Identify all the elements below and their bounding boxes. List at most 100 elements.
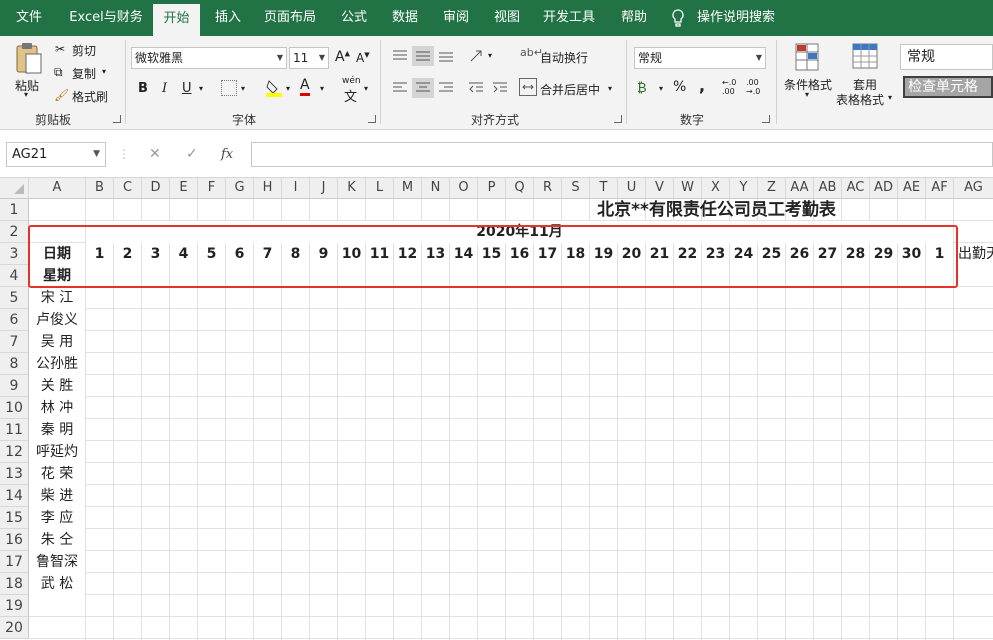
- tab-developer[interactable]: 开发工具: [536, 0, 602, 36]
- comma-button[interactable]: ,: [699, 76, 705, 95]
- column-header-W[interactable]: W: [674, 178, 702, 199]
- column-header-J[interactable]: J: [310, 178, 338, 199]
- column-header-L[interactable]: L: [366, 178, 394, 199]
- tab-data[interactable]: 数据: [383, 0, 427, 36]
- column-header-AE[interactable]: AE: [898, 178, 926, 199]
- accounting-format-icon[interactable]: ₿: [637, 80, 647, 96]
- copy-icon[interactable]: ⧉: [54, 65, 63, 80]
- align-bottom-icon[interactable]: [435, 46, 457, 66]
- font-launcher-icon[interactable]: [368, 115, 376, 123]
- column-header-V[interactable]: V: [646, 178, 674, 199]
- column-header-AG[interactable]: AG: [954, 178, 993, 199]
- column-header-P[interactable]: P: [478, 178, 506, 199]
- align-right-icon[interactable]: [435, 78, 457, 98]
- column-header-S[interactable]: S: [562, 178, 590, 199]
- column-header-O[interactable]: O: [450, 178, 478, 199]
- cut-icon[interactable]: ✂: [55, 42, 65, 56]
- tab-file[interactable]: 文件: [4, 0, 54, 36]
- row-header-13[interactable]: 13: [0, 463, 29, 485]
- column-header-B[interactable]: B: [86, 178, 114, 199]
- italic-button[interactable]: I: [162, 81, 167, 96]
- cut-button[interactable]: 剪切: [72, 42, 96, 59]
- column-header-N[interactable]: N: [422, 178, 450, 199]
- column-header-E[interactable]: E: [170, 178, 198, 199]
- tab-formulas[interactable]: 公式: [332, 0, 376, 36]
- number-format-select[interactable]: 常规 ▼: [634, 47, 766, 69]
- employee-name[interactable]: 呼延灼: [29, 441, 85, 463]
- column-header-D[interactable]: D: [142, 178, 170, 199]
- row-header-11[interactable]: 11: [0, 419, 29, 441]
- column-header-A[interactable]: A: [29, 178, 86, 199]
- cancel-icon[interactable]: ✕: [149, 142, 161, 167]
- tab-home[interactable]: 开始: [153, 4, 200, 36]
- grow-font-button[interactable]: A▲: [335, 49, 350, 65]
- employee-name[interactable]: 武 松: [29, 573, 85, 595]
- decrease-indent-icon[interactable]: [466, 78, 486, 98]
- row-header-14[interactable]: 14: [0, 485, 29, 507]
- column-header-K[interactable]: K: [338, 178, 366, 199]
- paste-icon[interactable]: [14, 42, 44, 76]
- row-header-1[interactable]: 1: [0, 199, 29, 221]
- font-color-dropdown-icon[interactable]: ▾: [320, 84, 324, 93]
- column-header-C[interactable]: C: [114, 178, 142, 199]
- attendance-label[interactable]: 出勤天: [954, 243, 993, 265]
- font-size-select[interactable]: 11 ▼: [289, 47, 329, 69]
- underline-button[interactable]: U: [182, 81, 192, 96]
- select-all-corner[interactable]: [0, 178, 29, 199]
- column-header-T[interactable]: T: [590, 178, 618, 199]
- row-header-9[interactable]: 9: [0, 375, 29, 397]
- conditional-dropdown-icon[interactable]: ▾: [805, 90, 809, 99]
- row-header-20[interactable]: 20: [0, 617, 29, 639]
- format-painter-icon[interactable]: 🖌: [54, 88, 69, 102]
- row-header-6[interactable]: 6: [0, 309, 29, 331]
- tab-view[interactable]: 视图: [485, 0, 529, 36]
- row-header-15[interactable]: 15: [0, 507, 29, 529]
- shrink-font-button[interactable]: A▼: [356, 51, 370, 65]
- row-header-7[interactable]: 7: [0, 331, 29, 353]
- row-header-17[interactable]: 17: [0, 551, 29, 573]
- column-header-F[interactable]: F: [198, 178, 226, 199]
- fill-color-icon[interactable]: [265, 78, 283, 98]
- copy-button[interactable]: 复制: [72, 65, 96, 82]
- align-center-icon[interactable]: [412, 78, 434, 98]
- format-as-table-dropdown-icon[interactable]: ▾: [888, 93, 892, 102]
- row-header-2[interactable]: 2: [0, 221, 29, 243]
- tab-review[interactable]: 审阅: [434, 0, 478, 36]
- employee-name[interactable]: 林 冲: [29, 397, 85, 419]
- merge-center-icon[interactable]: [519, 78, 537, 96]
- alignment-launcher-icon[interactable]: [614, 115, 622, 123]
- format-as-table-button[interactable]: 表格格式: [836, 91, 884, 108]
- tell-me-search[interactable]: 操作说明搜索: [694, 0, 778, 36]
- tab-page-layout[interactable]: 页面布局: [256, 0, 324, 36]
- align-top-icon[interactable]: [389, 46, 411, 66]
- number-launcher-icon[interactable]: [762, 115, 770, 123]
- sheet-title[interactable]: 北京**有限责任公司员工考勤表: [29, 199, 993, 221]
- employee-name[interactable]: 关 胜: [29, 375, 85, 397]
- decrease-decimal-icon[interactable]: .00 →.0: [746, 78, 760, 96]
- bold-button[interactable]: B: [138, 81, 148, 96]
- row-header-19[interactable]: 19: [0, 595, 29, 617]
- column-header-AF[interactable]: AF: [926, 178, 954, 199]
- wrap-text-button[interactable]: 自动换行: [540, 49, 588, 66]
- paste-dropdown-icon[interactable]: ▾: [24, 90, 28, 99]
- employee-name[interactable]: 花 荣: [29, 463, 85, 485]
- formula-input[interactable]: [251, 142, 993, 167]
- column-header-M[interactable]: M: [394, 178, 422, 199]
- merge-dropdown-icon[interactable]: ▾: [608, 84, 612, 93]
- tab-insert[interactable]: 插入: [206, 0, 250, 36]
- column-header-AD[interactable]: AD: [870, 178, 898, 199]
- employee-name[interactable]: 朱 仝: [29, 529, 85, 551]
- employee-name[interactable]: 公孙胜: [29, 353, 85, 375]
- format-painter-button[interactable]: 格式刷: [72, 88, 108, 105]
- column-header-AA[interactable]: AA: [786, 178, 814, 199]
- insert-function-icon[interactable]: fx: [221, 142, 233, 167]
- format-as-table-icon[interactable]: [852, 42, 880, 72]
- employee-name[interactable]: 卢俊义: [29, 309, 85, 331]
- orientation-dropdown-icon[interactable]: ▾: [488, 51, 492, 60]
- column-header-R[interactable]: R: [534, 178, 562, 199]
- accounting-dropdown-icon[interactable]: ▾: [659, 84, 663, 93]
- style-normal-cell[interactable]: 常规: [900, 44, 993, 70]
- column-header-U[interactable]: U: [618, 178, 646, 199]
- row-header-10[interactable]: 10: [0, 397, 29, 419]
- row-header-18[interactable]: 18: [0, 573, 29, 595]
